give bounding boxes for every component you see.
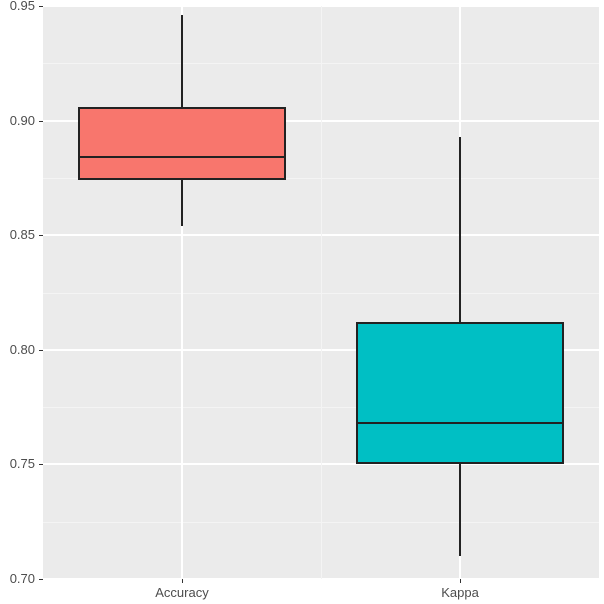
y-tick [39, 350, 43, 351]
grid-minor-v [321, 6, 322, 579]
whisker-lower [459, 464, 461, 556]
y-tick [39, 121, 43, 122]
whisker-upper [181, 15, 183, 107]
median-line [78, 156, 287, 158]
median-line [356, 422, 565, 424]
box [78, 107, 287, 180]
y-tick [39, 579, 43, 580]
whisker-upper [459, 137, 461, 323]
y-tick [39, 235, 43, 236]
y-tick-label: 0.85 [0, 227, 35, 242]
whisker-lower [181, 180, 183, 226]
x-tick [460, 579, 461, 583]
boxplot-chart: 0.70 0.75 0.80 0.85 0.90 0.95 Accuracy Kappa [0, 0, 604, 604]
y-tick [39, 6, 43, 7]
y-tick-label: 0.80 [0, 342, 35, 357]
box [356, 322, 565, 464]
y-tick-label: 0.95 [0, 0, 35, 13]
x-tick-label: Kappa [441, 585, 479, 600]
y-tick-label: 0.90 [0, 113, 35, 128]
y-tick-label: 0.70 [0, 571, 35, 586]
y-tick-label: 0.75 [0, 456, 35, 471]
x-tick-label: Accuracy [155, 585, 208, 600]
y-tick [39, 464, 43, 465]
x-tick [182, 579, 183, 583]
